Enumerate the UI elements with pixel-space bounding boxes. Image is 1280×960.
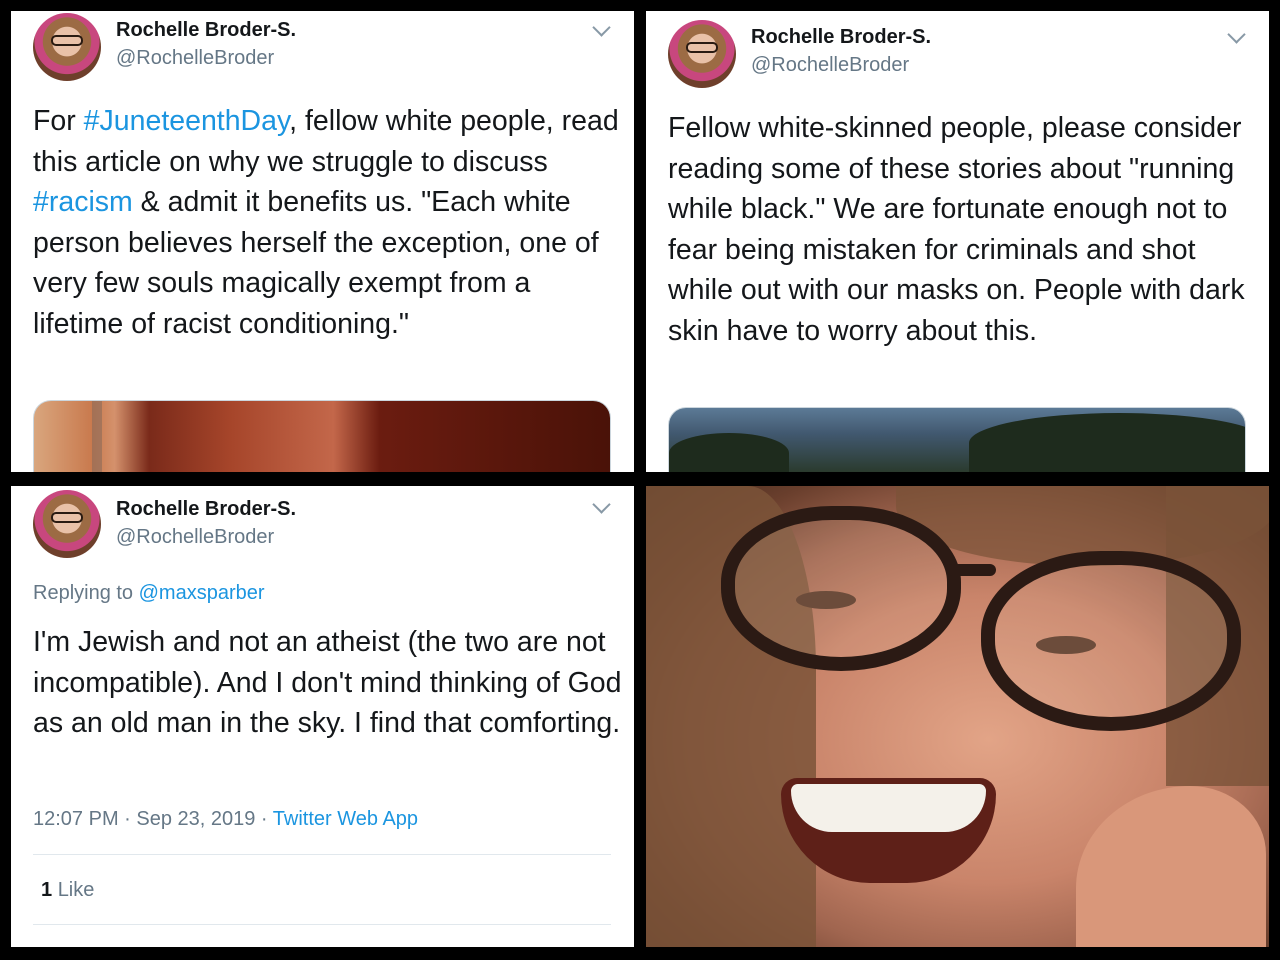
tweet-card-1: Rochelle Broder-S. @RochelleBroder For #… [11,11,634,472]
timestamp[interactable]: 12:07 PM · Sep 23, 2019 · [33,808,268,830]
tweet-text: I'm Jewish and not an atheist (the two a… [33,626,622,739]
tweet-card-2: Rochelle Broder-S. @RochelleBroder Fello… [646,11,1269,472]
display-name[interactable]: Rochelle Broder-S. [751,26,931,49]
avatar[interactable] [668,20,736,88]
tweet-text: Fellow white-skinned people, please cons… [668,112,1245,347]
display-name[interactable]: Rochelle Broder-S. [116,19,296,42]
avatar[interactable] [33,490,101,558]
mention-link[interactable]: @maxsparber [139,582,265,604]
tweet-card-3: Rochelle Broder-S. @RochelleBroder Reply… [11,486,634,947]
chevron-down-icon[interactable] [1227,25,1246,44]
tweet-text: For #JuneteenthDay, fellow white people,… [33,101,623,344]
hashtag-link-racism[interactable]: #racism [33,186,133,218]
divider [33,924,611,925]
user-handle[interactable]: @RochelleBroder [751,54,909,77]
hand [1076,786,1266,947]
like-count-number: 1 [41,879,53,901]
replying-to-label: Replying to [33,582,134,604]
tweet-meta: 12:07 PM · Sep 23, 2019 · Twitter Web Ap… [33,808,418,831]
like-count[interactable]: 1 Like [41,879,94,902]
user-handle[interactable]: @RochelleBroder [116,526,274,549]
link-preview-image[interactable] [33,400,611,472]
link-preview-image[interactable] [668,407,1246,472]
glasses-right-lens [981,551,1241,731]
replying-to: Replying to @maxsparber [33,582,265,605]
portrait-photo [646,486,1269,947]
avatar[interactable] [33,13,101,81]
source-link[interactable]: Twitter Web App [273,808,418,830]
tweet-text-part: For [33,105,84,137]
chevron-down-icon[interactable] [592,495,611,514]
user-handle[interactable]: @RochelleBroder [116,47,274,70]
display-name[interactable]: Rochelle Broder-S. [116,498,296,521]
glasses-left-lens [721,506,961,671]
chevron-down-icon[interactable] [592,18,611,37]
divider [33,854,611,855]
hashtag-link-juneteenthday[interactable]: #JuneteenthDay [84,105,289,137]
like-label: Like [57,879,95,901]
